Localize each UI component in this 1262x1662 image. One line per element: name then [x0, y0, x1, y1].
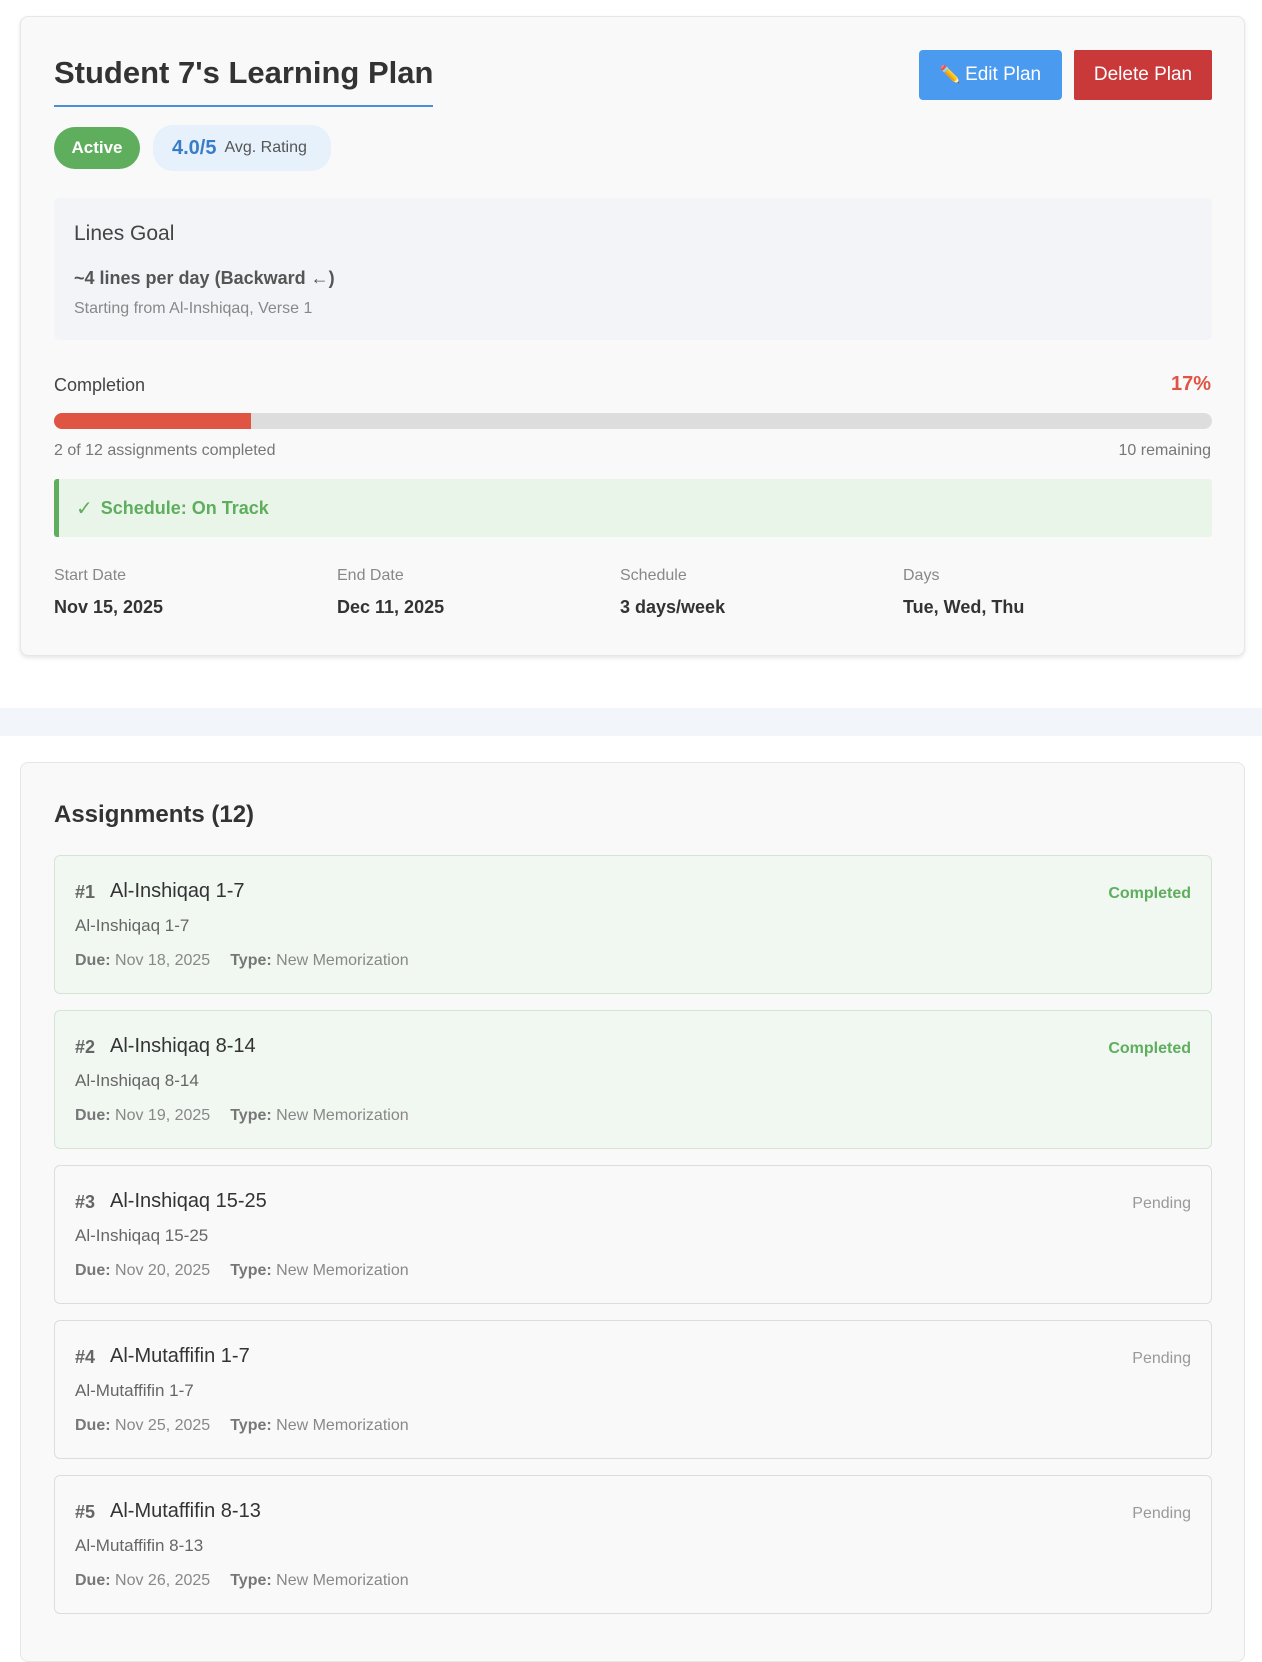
due-value: Nov 19, 2025 — [115, 1107, 211, 1124]
type-label: Type: — [230, 952, 272, 969]
assignment-item[interactable]: #2 Al-Inshiqaq 8-14 Completed Al-Inshiqa… — [54, 1010, 1212, 1149]
assignments-card: Assignments (12) #1 Al-Inshiqaq 1-7 Comp… — [20, 762, 1245, 1662]
assignment-name: Al-Inshiqaq 15-25 — [110, 1190, 267, 1212]
assignment-status: Pending — [1132, 1195, 1191, 1212]
assignment-status: Pending — [1132, 1350, 1191, 1367]
section-divider — [0, 708, 1262, 736]
assignment-range: Al-Mutaffifin 1-7 — [75, 1381, 194, 1400]
assignment-meta: Due: Nov 26, 2025 Type: New Memorization — [75, 1572, 409, 1590]
assignment-status: Pending — [1132, 1505, 1191, 1522]
completion-remaining: 10 remaining — [1118, 442, 1212, 459]
schedule-status-text: Schedule: On Track — [100, 497, 269, 518]
due-label: Due: — [75, 1572, 111, 1589]
assignment-range: Al-Inshiqaq 8-14 — [75, 1071, 199, 1090]
schedule-status-box: ✓ Schedule: On Track — [54, 479, 1212, 537]
page-title: Student 7's Learning Plan — [54, 55, 434, 107]
assignment-meta: Due: Nov 19, 2025 Type: New Memorization — [75, 1107, 409, 1125]
assignment-status: Completed — [1108, 885, 1191, 902]
assignment-meta: Due: Nov 25, 2025 Type: New Memorization — [75, 1417, 409, 1435]
completion-count: 2 of 12 assignments completed — [54, 442, 276, 459]
meta-value: 3 days/week — [620, 597, 726, 617]
due-value: Nov 20, 2025 — [115, 1262, 211, 1279]
assignment-range: Al-Inshiqaq 15-25 — [75, 1226, 209, 1245]
type-value: New Memorization — [276, 1262, 409, 1279]
assignment-item[interactable]: #4 Al-Mutaffifin 1-7 Pending Al-Mutaffif… — [54, 1320, 1212, 1459]
assignment-name: Al-Inshiqaq 1-7 — [110, 880, 245, 902]
edit-plan-label: Edit Plan — [965, 64, 1042, 85]
plan-card: Student 7's Learning Plan ✏️ Edit Plan D… — [20, 16, 1245, 656]
completion-progress-fill — [54, 413, 251, 429]
assignment-range: Al-Mutaffifin 8-13 — [75, 1536, 204, 1555]
delete-plan-button[interactable]: Delete Plan — [1074, 50, 1212, 100]
type-label: Type: — [230, 1107, 272, 1124]
meta-start-date: Start Date Nov 15, 2025 — [54, 567, 344, 618]
goal-main: ~4 lines per day (Backward ←) — [74, 268, 335, 288]
type-label: Type: — [230, 1262, 272, 1279]
status-badge: Active — [54, 127, 140, 169]
meta-schedule: Schedule 3 days/week — [620, 567, 910, 618]
meta-end-date: End Date Dec 11, 2025 — [337, 567, 627, 618]
assignment-item[interactable]: #1 Al-Inshiqaq 1-7 Completed Al-Inshiqaq… — [54, 855, 1212, 994]
rating-value: 4.0/5 — [172, 136, 217, 159]
type-label: Type: — [230, 1417, 272, 1434]
assignment-number: #4 — [75, 1347, 96, 1367]
assignment-status: Completed — [1108, 1040, 1191, 1057]
assignment-name: Al-Mutaffifin 8-13 — [110, 1500, 261, 1522]
meta-value: Tue, Wed, Thu — [903, 597, 1025, 617]
goal-sub: Starting from Al-Inshiqaq, Verse 1 — [74, 300, 313, 317]
lines-goal-box: Lines Goal ~4 lines per day (Backward ←)… — [54, 198, 1212, 340]
assignment-meta: Due: Nov 20, 2025 Type: New Memorization — [75, 1262, 409, 1280]
assignment-item[interactable]: #5 Al-Mutaffifin 8-13 Pending Al-Mutaffi… — [54, 1475, 1212, 1614]
meta-days: Days Tue, Wed, Thu — [903, 567, 1193, 618]
due-label: Due: — [75, 1262, 111, 1279]
meta-label: Days — [903, 567, 940, 584]
assignment-name: Al-Mutaffifin 1-7 — [110, 1345, 250, 1367]
type-value: New Memorization — [276, 952, 409, 969]
due-label: Due: — [75, 1107, 111, 1124]
due-label: Due: — [75, 1417, 111, 1434]
meta-value: Dec 11, 2025 — [337, 597, 445, 617]
assignment-number: #3 — [75, 1192, 96, 1212]
type-value: New Memorization — [276, 1107, 409, 1124]
type-label: Type: — [230, 1572, 272, 1589]
due-value: Nov 18, 2025 — [115, 952, 211, 969]
meta-label: Schedule — [620, 567, 687, 584]
assignment-number: #5 — [75, 1502, 96, 1522]
assignment-number: #1 — [75, 882, 96, 902]
meta-value: Nov 15, 2025 — [54, 597, 164, 617]
assignment-item[interactable]: #3 Al-Inshiqaq 15-25 Pending Al-Inshiqaq… — [54, 1165, 1212, 1304]
completion-label: Completion — [54, 375, 146, 395]
completion-percent: 17% — [1170, 373, 1211, 395]
completion-progress-bar — [54, 413, 1212, 429]
edit-plan-button[interactable]: ✏️ Edit Plan — [919, 50, 1062, 100]
assignments-title: Assignments (12) — [54, 801, 255, 828]
type-value: New Memorization — [276, 1572, 409, 1589]
due-value: Nov 25, 2025 — [115, 1417, 211, 1434]
goal-title: Lines Goal — [74, 222, 175, 245]
due-value: Nov 26, 2025 — [115, 1572, 211, 1589]
assignment-number: #2 — [75, 1037, 96, 1057]
type-value: New Memorization — [276, 1417, 409, 1434]
meta-label: Start Date — [54, 567, 127, 584]
assignment-range: Al-Inshiqaq 1-7 — [75, 916, 190, 935]
rating-label: Avg. Rating — [224, 139, 307, 156]
rating-badge: 4.0/5 Avg. Rating — [153, 125, 331, 171]
assignment-name: Al-Inshiqaq 8-14 — [110, 1035, 256, 1057]
assignment-meta: Due: Nov 18, 2025 Type: New Memorization — [75, 952, 409, 970]
meta-label: End Date — [337, 567, 404, 584]
due-label: Due: — [75, 952, 111, 969]
pencil-icon: ✏️ — [939, 65, 962, 84]
check-icon: ✓ — [76, 497, 93, 520]
